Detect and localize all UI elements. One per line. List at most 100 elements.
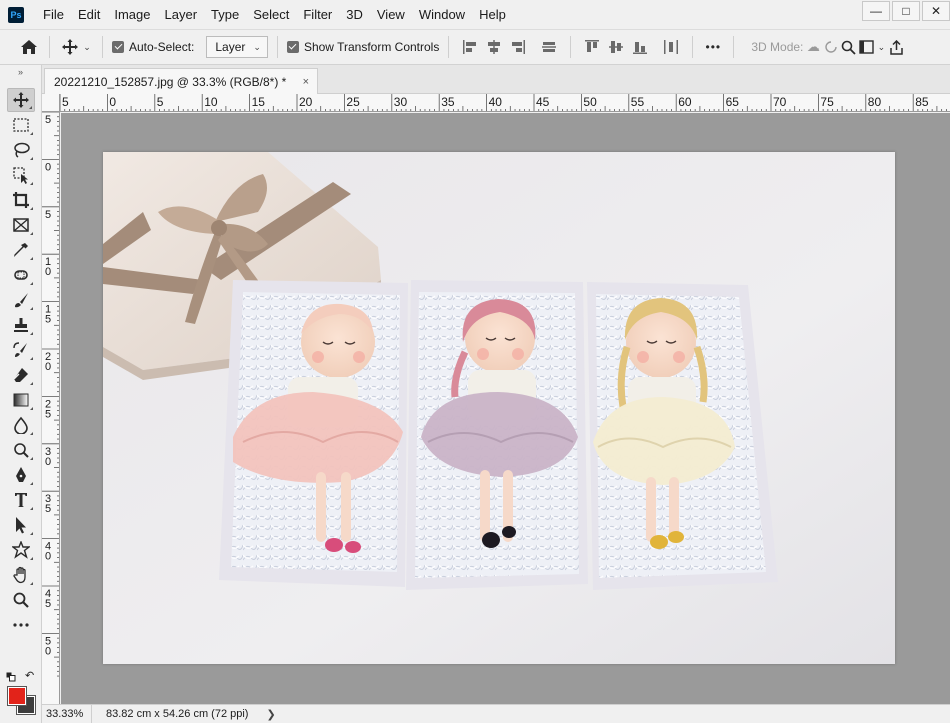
document-tab[interactable]: 20221210_152857.jpg @ 33.3% (RGB/8*) * × — [44, 68, 318, 94]
align-horizontal-centers-icon[interactable] — [485, 38, 503, 56]
tool-flyout-indicator — [30, 207, 33, 210]
menu-view[interactable]: View — [370, 0, 412, 29]
edit-toolbar[interactable] — [7, 613, 35, 637]
align-left-edges-icon[interactable] — [461, 38, 479, 56]
menu-layer[interactable]: Layer — [158, 0, 205, 29]
menu-image[interactable]: Image — [107, 0, 157, 29]
ruler-label: 0 — [45, 161, 51, 173]
dodge-tool[interactable] — [7, 438, 35, 462]
gradient-tool[interactable] — [7, 388, 35, 412]
menu-help[interactable]: Help — [472, 0, 513, 29]
ruler-label: 5 — [157, 95, 164, 109]
home-icon[interactable] — [18, 36, 40, 58]
ruler-label: 60 — [678, 95, 692, 109]
share-icon[interactable] — [887, 36, 905, 58]
foreground-color-swatch[interactable] — [7, 686, 27, 706]
document-tab-title: 20221210_152857.jpg @ 33.3% (RGB/8*) * — [54, 74, 287, 89]
blur-tool[interactable] — [7, 413, 35, 437]
minimize-button[interactable]: — — [862, 1, 890, 21]
frame-tool[interactable] — [7, 213, 35, 237]
document-tab-bar: 20221210_152857.jpg @ 33.3% (RGB/8*) * × — [42, 65, 950, 94]
editbar-icon — [13, 623, 29, 627]
zoom-icon — [13, 592, 29, 608]
panel-grip-icon[interactable]: » — [0, 65, 41, 87]
ruler-origin[interactable] — [42, 94, 60, 112]
close-tab-icon[interactable]: × — [303, 76, 309, 88]
ruler-label: 70 — [773, 95, 787, 109]
ruler-label: 0 — [45, 551, 51, 563]
pen-icon — [16, 467, 26, 482]
ruler-label: 75 — [820, 95, 834, 109]
custom-shape-icon — [12, 541, 30, 559]
distribute-horizontal-icon[interactable] — [662, 38, 680, 56]
lasso-tool[interactable] — [7, 138, 35, 162]
spot-healing-brush-tool[interactable] — [7, 263, 35, 287]
menu-bar: Ps File Edit Image Layer Type Select Filter 3D V… — [0, 0, 950, 29]
close-button[interactable]: ✕ — [922, 1, 950, 21]
align-vertical-centers-icon[interactable] — [540, 38, 558, 56]
ruler-label: 5 — [45, 209, 51, 221]
horizontal-ruler[interactable]: 5 0 5 10 15 20 25 30 35 40 45 50 55 60 65 70 75 80 85 — [60, 94, 950, 112]
crop-tool[interactable] — [7, 188, 35, 212]
eyedropper-tool[interactable] — [7, 238, 35, 262]
workspace-icon[interactable] — [857, 36, 875, 58]
pen-tool[interactable] — [7, 463, 35, 487]
history-brush-tool[interactable] — [7, 338, 35, 362]
show-transform-controls-checkbox[interactable] — [286, 41, 299, 53]
chevron-down-icon[interactable]: ⌄ — [875, 36, 887, 58]
distribute-vertical-centers-icon[interactable] — [607, 38, 625, 56]
move-tool[interactable] — [7, 88, 35, 112]
type-tool[interactable] — [7, 488, 35, 512]
chevron-down-icon[interactable]: ⌄ — [81, 36, 93, 58]
menu-select[interactable]: Select — [246, 0, 296, 29]
path-selection-tool[interactable] — [7, 513, 35, 537]
default-colors-icon[interactable] — [6, 671, 16, 682]
3d-roll-icon[interactable] — [823, 36, 839, 58]
hand-tool[interactable] — [7, 563, 35, 587]
photoshop-logo-icon[interactable]: Ps — [8, 6, 24, 23]
tool-flyout-indicator — [30, 157, 33, 160]
maximize-button[interactable]: □ — [892, 1, 920, 21]
vertical-ruler[interactable]: 505101520253035404550 — [42, 112, 60, 704]
document-image[interactable] — [103, 152, 895, 664]
menu-file[interactable]: File — [36, 0, 71, 29]
brush-tool[interactable] — [7, 288, 35, 312]
auto-select-target-dropdown[interactable]: Layer ⌄ — [206, 36, 268, 58]
ruler-label: 15 — [252, 95, 266, 109]
tool-flyout-indicator — [30, 432, 33, 435]
menu-window[interactable]: Window — [412, 0, 472, 29]
move-tool-preset-icon[interactable] — [59, 36, 81, 58]
menu-filter[interactable]: Filter — [296, 0, 339, 29]
zoom-tool[interactable] — [7, 588, 35, 612]
swap-colors-icon[interactable]: ↶ — [25, 671, 37, 683]
tool-flyout-indicator — [30, 582, 33, 585]
status-bar: 33.33% 83.82 cm x 54.26 cm (72 ppi) ❯ — [42, 704, 950, 723]
tool-list — [0, 88, 41, 637]
canvas-area[interactable] — [61, 113, 950, 704]
menu-type[interactable]: Type — [204, 0, 246, 29]
eyedropper-icon — [14, 243, 28, 257]
clone-stamp-icon — [14, 318, 28, 332]
status-menu-arrow-icon[interactable]: ❯ — [266, 708, 275, 721]
tool-flyout-indicator — [30, 132, 33, 135]
3d-orbit-icon[interactable]: ☁ — [803, 36, 823, 58]
lasso-icon — [14, 142, 30, 158]
clone-stamp-tool[interactable] — [7, 313, 35, 337]
object-selection-tool[interactable] — [7, 163, 35, 187]
distribute-top-icon[interactable] — [583, 38, 601, 56]
ruler-label: 35 — [441, 95, 455, 109]
menu-3d[interactable]: 3D — [339, 0, 370, 29]
rectangular-marquee-tool[interactable] — [7, 113, 35, 137]
more-options-button[interactable]: ••• — [702, 36, 724, 58]
zoom-level-field[interactable]: 33.33% — [42, 705, 92, 723]
distribute-bottom-icon[interactable] — [631, 38, 649, 56]
align-right-edges-icon[interactable] — [509, 38, 527, 56]
custom-shape-tool[interactable] — [7, 538, 35, 562]
history-brush-icon — [13, 342, 27, 357]
menu-edit[interactable]: Edit — [71, 0, 107, 29]
ruler-label: 85 — [915, 95, 929, 109]
search-icon[interactable] — [839, 36, 857, 58]
tool-flyout-indicator — [29, 106, 32, 109]
auto-select-checkbox[interactable] — [112, 41, 124, 53]
eraser-tool[interactable] — [7, 363, 35, 387]
